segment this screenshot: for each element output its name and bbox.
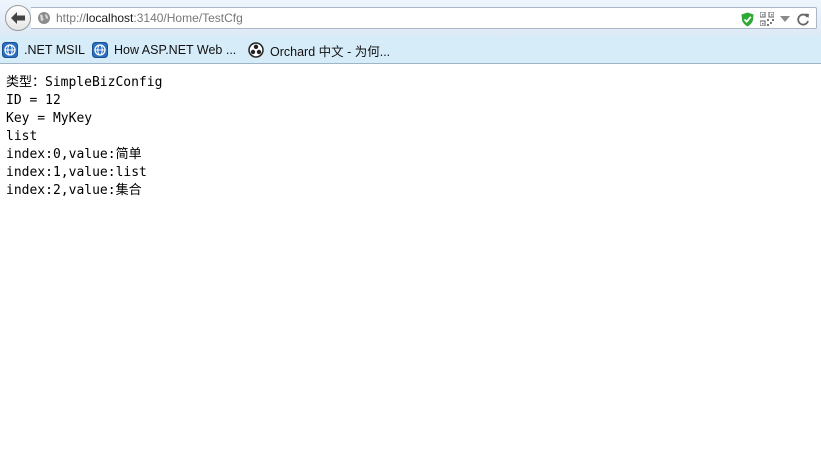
type-line: 类型：SimpleBizConfig — [6, 75, 163, 90]
navigation-toolbar: http://localhost:3140/Home/TestCfg — [0, 0, 821, 36]
bookmarks-toolbar: .NET MSIL How ASP.NET Web ... Orchard 中文… — [0, 36, 821, 64]
bookmark-label: .NET MSIL — [24, 43, 85, 57]
shield-icon[interactable] — [741, 12, 754, 27]
bookmark-orchard[interactable]: Orchard 中文 - 为何... — [248, 41, 390, 59]
address-bar-actions — [741, 10, 810, 28]
reload-icon[interactable] — [796, 12, 810, 26]
back-arrow-icon — [11, 12, 25, 24]
url-host: localhost — [86, 11, 134, 25]
key-line: Key = MyKey — [6, 111, 93, 126]
url-text[interactable]: http://localhost:3140/Home/TestCfg — [56, 11, 243, 25]
back-button[interactable] — [5, 5, 31, 31]
page-content: 类型：SimpleBizConfig ID = 12 Key = MyKey l… — [6, 74, 162, 200]
url-path: :3140/Home/TestCfg — [133, 11, 243, 25]
bookmark-how-aspnet-web[interactable]: How ASP.NET Web ... — [92, 41, 236, 59]
qrcode-icon[interactable] — [760, 12, 774, 26]
address-bar[interactable]: http://localhost:3140/Home/TestCfg — [31, 7, 817, 29]
list-item: index:2,value:集合 — [6, 183, 142, 198]
bookmark-net-msil[interactable]: .NET MSIL — [2, 41, 85, 59]
globe-bookmark-icon — [2, 42, 18, 58]
list-item: index:1,value:list — [6, 165, 147, 180]
list-heading: list — [6, 129, 38, 144]
orchard-icon — [248, 42, 264, 58]
id-line: ID = 12 — [6, 93, 61, 108]
bookmark-label: How ASP.NET Web ... — [114, 43, 237, 57]
globe-icon — [38, 12, 50, 24]
bookmark-label: Orchard 中文 - 为何... — [270, 44, 391, 59]
globe-bookmark-icon — [92, 42, 108, 58]
url-prefix: http:// — [56, 11, 87, 25]
dropdown-arrow-icon[interactable] — [780, 15, 790, 23]
list-item: index:0,value:简单 — [6, 147, 142, 162]
